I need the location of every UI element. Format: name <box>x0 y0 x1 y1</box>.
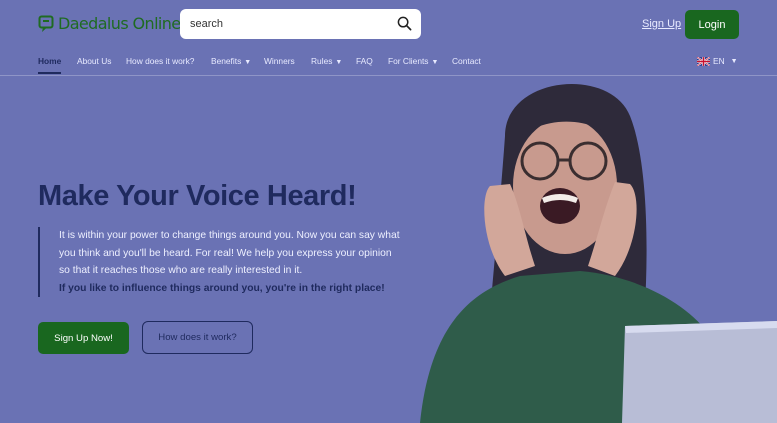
chevron-down-icon: ▼ <box>335 59 343 66</box>
hero-photo <box>420 84 777 423</box>
search-box <box>180 9 421 39</box>
nav-item-winners[interactable]: Winners <box>264 56 295 66</box>
language-selector[interactable]: EN ▼ <box>697 56 738 66</box>
chevron-down-icon: ▼ <box>431 59 439 66</box>
nav-item-faq[interactable]: FAQ <box>356 56 373 66</box>
hero-text-line: so that it reaches those who are really … <box>59 265 303 276</box>
nav-active-underline <box>38 72 61 74</box>
uk-flag-icon <box>697 56 710 66</box>
sign-up-now-button[interactable]: Sign Up Now! <box>38 322 129 354</box>
chevron-down-icon: ▼ <box>730 57 738 65</box>
search-icon[interactable] <box>397 16 412 31</box>
chevron-down-icon: ▼ <box>244 59 252 66</box>
sign-up-link[interactable]: Sign Up <box>642 18 681 30</box>
nav-item-contact[interactable]: Contact <box>452 56 481 66</box>
logo-text: Daedalus Online <box>58 14 181 33</box>
logo[interactable]: Daedalus Online <box>38 14 181 33</box>
main-nav: Home About Us How does it work? Benefits… <box>0 48 777 76</box>
nav-item-benefits[interactable]: Benefits ▼ <box>211 56 251 66</box>
search-input[interactable] <box>190 18 390 30</box>
nav-item-home[interactable]: Home <box>38 56 61 66</box>
logo-icon <box>38 15 54 32</box>
hero-text-line: you think and you'll be heard. For real!… <box>59 247 392 259</box>
nav-item-rules[interactable]: Rules ▼ <box>311 56 342 66</box>
nav-item-about-us[interactable]: About Us <box>77 56 111 66</box>
login-button[interactable]: Login <box>685 10 739 39</box>
hero-text-line: It is within your power to change things… <box>59 230 400 241</box>
hero-highlight: If you like to influence things around y… <box>59 282 385 294</box>
how-does-it-work-button[interactable]: How does it work? <box>142 321 253 354</box>
site-header: Daedalus Online Sign Up Login <box>0 0 777 48</box>
language-label: EN <box>713 56 725 66</box>
hero-description: It is within your power to change things… <box>38 227 428 297</box>
nav-item-how-it-works[interactable]: How does it work? <box>126 56 194 66</box>
nav-item-for-clients[interactable]: For Clients ▼ <box>388 56 438 66</box>
hero-title: Make Your Voice Heard! <box>38 180 357 212</box>
